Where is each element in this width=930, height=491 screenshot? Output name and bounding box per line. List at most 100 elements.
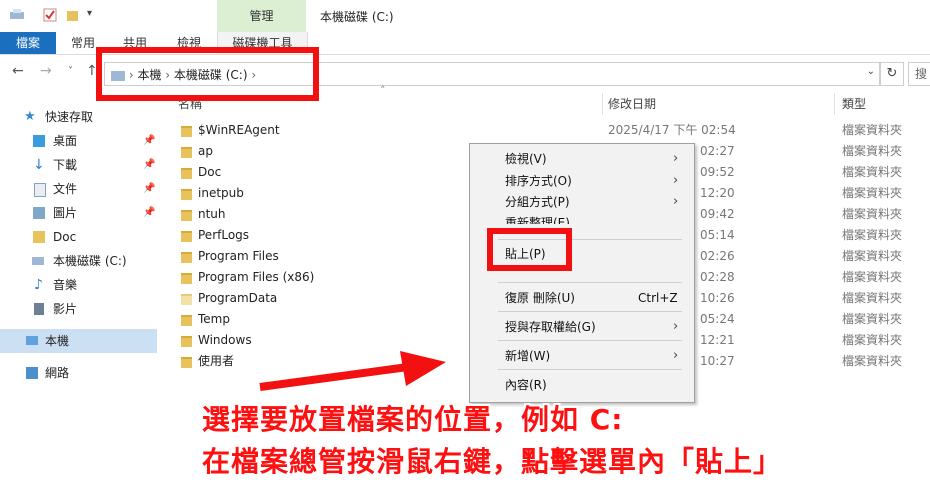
star-icon: ★: [24, 109, 36, 124]
file-type: 檔案資料夾: [842, 249, 903, 263]
pin-icon[interactable]: 📌: [143, 129, 155, 153]
forward-arrow-icon[interactable]: →: [40, 63, 52, 79]
folder-icon: [181, 252, 192, 263]
tab-file[interactable]: 檔案: [0, 32, 56, 54]
sidebar-item-label: 文件: [53, 182, 78, 196]
chevron-right-icon: ›: [673, 151, 679, 166]
tab-manage[interactable]: 管理: [217, 0, 306, 32]
file-name: ProgramData: [198, 291, 278, 305]
menu-item-view[interactable]: 檢視(V) ›: [470, 148, 694, 170]
pin-icon[interactable]: 📌: [143, 153, 155, 177]
folder-icon: [181, 273, 192, 284]
folder-icon: [181, 126, 192, 137]
folder-icon: [181, 231, 192, 242]
file-date: 09:42: [700, 207, 735, 221]
file-name: ap: [198, 144, 213, 158]
menu-divider: [498, 369, 682, 370]
context-menu: 檢視(V) › 排序方式(O) › 分組方式(P) › 重新整理(E) 貼上(P…: [469, 143, 695, 403]
file-type: 檔案資料夾: [842, 144, 903, 158]
drive-icon: [32, 257, 44, 265]
menu-item-properties[interactable]: 內容(R): [470, 374, 694, 396]
pin-icon[interactable]: 📌: [143, 201, 155, 225]
column-divider[interactable]: [602, 93, 603, 115]
sidebar-item-doc[interactable]: Doc: [0, 225, 157, 249]
title-bar: ▾ 管理 本機磁碟 (C:): [0, 0, 930, 32]
file-type: 檔案資料夾: [842, 186, 903, 200]
search-input[interactable]: 搜: [908, 62, 930, 86]
annotation-address-highlight: [96, 47, 319, 101]
sidebar-item-quick-access[interactable]: ★ 快速存取: [0, 105, 157, 129]
list-item[interactable]: $WinREAgent 2025/4/17 下午 02:54 檔案資料夾: [158, 120, 930, 141]
address-dropdown-icon[interactable]: ⌄: [867, 66, 875, 77]
document-icon: [34, 183, 46, 197]
file-type: 檔案資料夾: [842, 291, 903, 305]
column-header-type[interactable]: 類型: [842, 95, 866, 112]
properties-check-icon[interactable]: [43, 8, 59, 22]
desktop-icon: [33, 135, 45, 147]
sidebar-item-local-disk[interactable]: 本機磁碟 (C:): [0, 249, 157, 273]
folder-icon: [181, 168, 192, 179]
file-name: $WinREAgent: [198, 123, 280, 137]
sidebar-item-music[interactable]: ♪ 音樂: [0, 273, 157, 297]
file-name: Program Files (x86): [198, 270, 315, 284]
menu-item-label: 重新整理(E): [505, 216, 570, 224]
video-icon: [34, 303, 44, 315]
download-icon: ↓: [33, 157, 45, 173]
file-name: Doc: [198, 165, 222, 179]
sidebar-item-network[interactable]: 網路: [0, 361, 157, 385]
file-type: 檔案資料夾: [842, 270, 903, 284]
sort-ascending-icon: ˄: [380, 84, 386, 97]
back-arrow-icon[interactable]: ←: [12, 63, 24, 79]
sidebar-item-label: 影片: [53, 302, 78, 316]
annotation-caption-line2: 在檔案總管按滑鼠右鍵，點擊選單內「貼上」: [202, 445, 783, 478]
file-type: 檔案資料夾: [842, 354, 903, 368]
menu-item-refresh[interactable]: 重新整理(E): [470, 212, 694, 224]
file-date: 12:20: [700, 186, 735, 200]
file-type: 檔案資料夾: [842, 207, 903, 221]
sidebar-item-label: 網路: [45, 366, 70, 380]
sidebar-item-downloads[interactable]: ↓ 下載 📌: [0, 153, 157, 177]
file-type: 檔案資料夾: [842, 312, 903, 326]
new-folder-icon[interactable]: [66, 8, 82, 21]
file-type: 檔案資料夾: [842, 333, 903, 347]
chevron-down-icon[interactable]: ▾: [87, 8, 103, 21]
sidebar-item-documents[interactable]: 文件 📌: [0, 177, 157, 201]
music-icon: ♪: [34, 277, 43, 293]
file-date: 10:27: [700, 354, 735, 368]
pin-icon[interactable]: 📌: [143, 177, 155, 201]
menu-item-label: 分組方式(P): [505, 195, 570, 209]
menu-item-group-by[interactable]: 分組方式(P) ›: [470, 191, 694, 213]
file-type: 檔案資料夾: [842, 123, 903, 137]
menu-item-new[interactable]: 新增(W) ›: [470, 345, 694, 367]
recent-locations-chevron-icon[interactable]: ˅: [68, 66, 73, 77]
sidebar-item-desktop[interactable]: 桌面 📌: [0, 129, 157, 153]
sidebar-item-label: 快速存取: [45, 110, 94, 124]
sidebar-item-pictures[interactable]: 圖片 📌: [0, 201, 157, 225]
column-divider[interactable]: [834, 93, 835, 115]
folder-icon: [181, 357, 192, 368]
column-header-date[interactable]: 修改日期: [608, 95, 656, 112]
folder-icon: [181, 336, 192, 347]
file-type: 檔案資料夾: [842, 165, 903, 179]
sidebar-item-this-pc[interactable]: 本機: [0, 329, 157, 353]
sidebar-item-label: 本機磁碟 (C:): [53, 254, 127, 268]
sidebar-item-videos[interactable]: 影片: [0, 297, 157, 321]
file-name: 使用者: [198, 354, 235, 368]
menu-item-label: 授與存取權給(G): [505, 320, 596, 334]
folder-icon: [181, 210, 192, 221]
menu-item-undo-delete[interactable]: 復原 刪除(U) Ctrl+Z: [470, 287, 694, 309]
chevron-right-icon: ›: [673, 319, 679, 334]
sidebar-item-label: 圖片: [53, 206, 78, 220]
file-name: ntuh: [198, 207, 226, 221]
folder-icon: [33, 231, 45, 243]
file-date: 2025/4/17 下午 02:54: [608, 123, 736, 137]
menu-item-sort-by[interactable]: 排序方式(O) ›: [470, 170, 694, 192]
pictures-icon: [33, 207, 45, 219]
computer-icon: [26, 336, 38, 345]
file-name: inetpub: [198, 186, 244, 200]
network-icon: [26, 367, 38, 379]
refresh-button[interactable]: ↻: [880, 62, 904, 86]
sidebar-item-label: 下載: [53, 158, 78, 172]
navigation-pane: ★ 快速存取 桌面 📌 ↓ 下載 📌 文件 📌 圖片 📌 Doc 本機磁碟 (C…: [0, 93, 157, 491]
menu-item-grant-access[interactable]: 授與存取權給(G) ›: [470, 316, 694, 338]
